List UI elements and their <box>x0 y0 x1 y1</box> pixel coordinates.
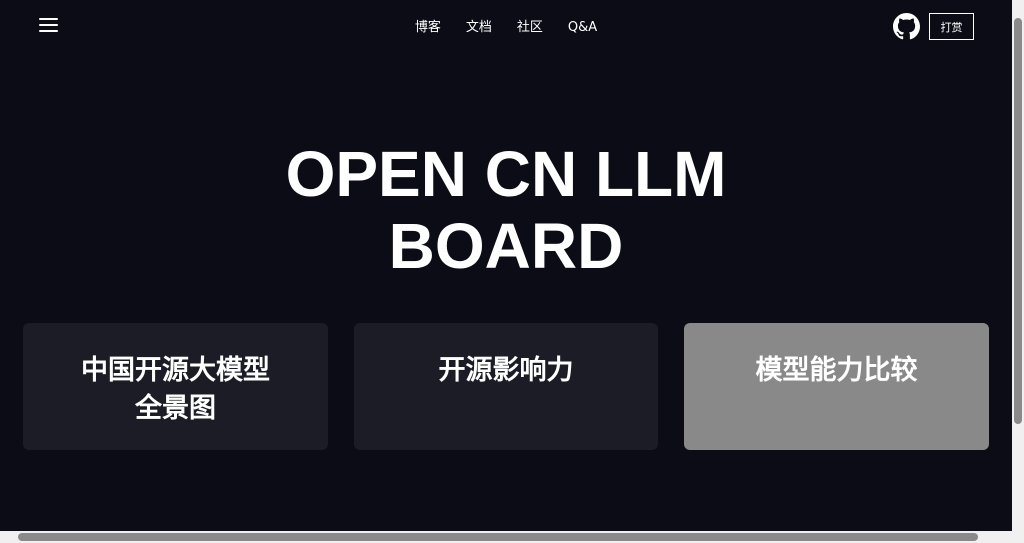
card-landscape-label-line-2: 全景图 <box>135 393 216 424</box>
card-landscape[interactable]: 中国开源大模型 全景图 <box>23 323 328 450</box>
hero-title: OPEN CN LLM BOARD <box>0 138 1012 282</box>
hero-title-line-1: OPEN CN LLM <box>285 138 727 210</box>
hero-title-line-2: BOARD <box>388 210 624 282</box>
donate-button[interactable]: 打赏 <box>929 13 974 40</box>
card-influence[interactable]: 开源影响力 <box>354 323 658 450</box>
nav-link-docs[interactable]: 文档 <box>466 19 492 37</box>
nav-link-community[interactable]: 社区 <box>517 19 543 37</box>
nav-links: 博客 文档 社区 Q&A <box>415 19 597 37</box>
vertical-scrollbar-thumb[interactable] <box>1014 18 1022 424</box>
github-icon[interactable] <box>893 13 920 40</box>
card-capability-comparison[interactable]: 模型能力比较 <box>684 323 989 450</box>
nav-link-qa[interactable]: Q&A <box>568 19 597 37</box>
card-influence-label: 开源影响力 <box>438 355 574 386</box>
card-landscape-label-line-1: 中国开源大模型 <box>81 355 270 386</box>
horizontal-scrollbar-thumb[interactable] <box>18 533 978 541</box>
card-capability-comparison-label: 模型能力比较 <box>755 355 918 386</box>
top-nav: 博客 文档 社区 Q&A <box>0 19 1012 37</box>
nav-link-blog[interactable]: 博客 <box>415 19 441 37</box>
page: 博客 文档 社区 Q&A 打赏 OPEN CN LLM BOARD 中国开源大模… <box>0 0 1012 531</box>
